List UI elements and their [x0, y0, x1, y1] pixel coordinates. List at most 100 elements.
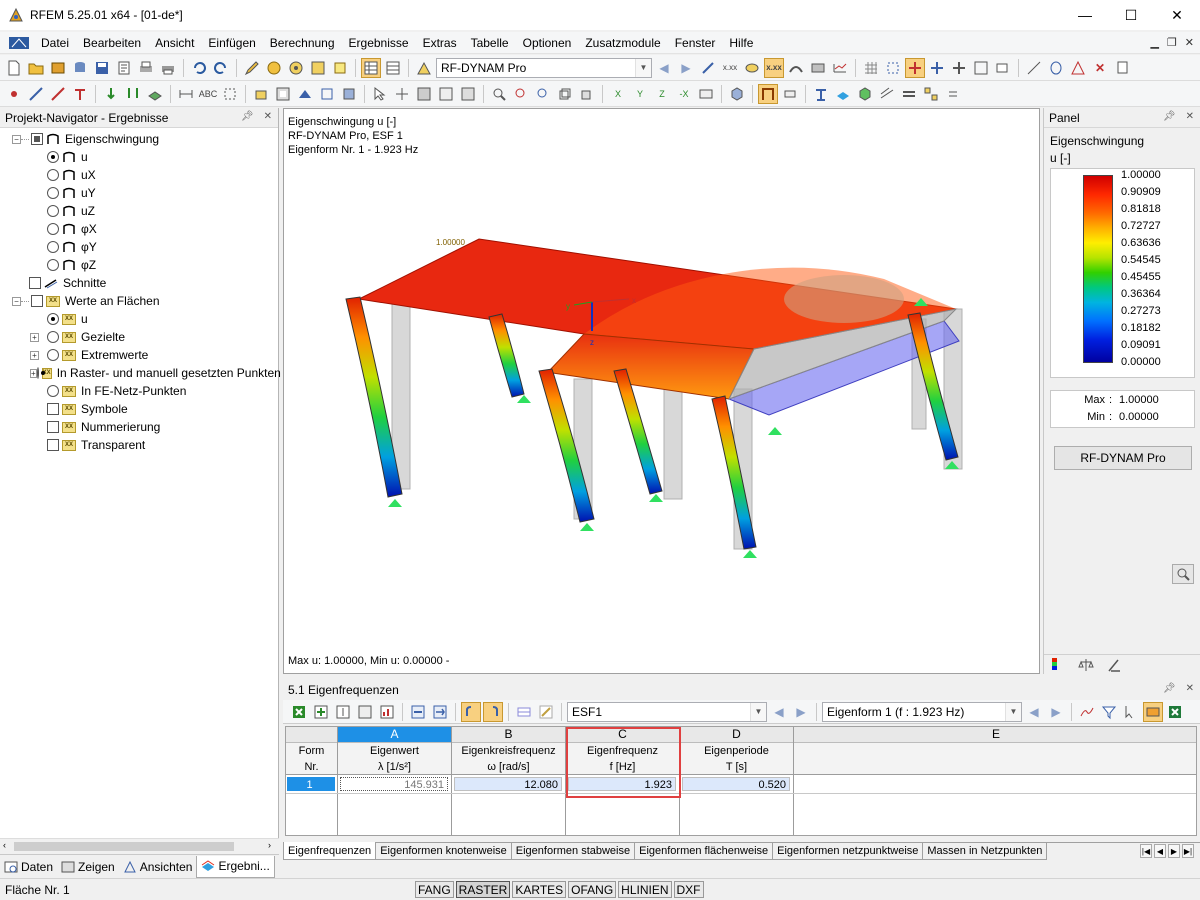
tree-item-ux[interactable]: uX: [0, 166, 278, 184]
row-number[interactable]: 1: [287, 777, 335, 791]
excel-icon[interactable]: [1165, 702, 1185, 722]
delete-icon[interactable]: ✕: [1090, 58, 1110, 78]
table-edit-icon[interactable]: [536, 702, 556, 722]
opening-icon[interactable]: [273, 84, 293, 104]
next-mode-icon[interactable]: ▶: [1046, 702, 1066, 722]
isolines-icon[interactable]: [877, 84, 897, 104]
menu-tabelle[interactable]: Tabelle: [464, 36, 516, 50]
menu-ergebnisse[interactable]: Ergebnisse: [342, 36, 416, 50]
filter-funnel-icon[interactable]: [1099, 702, 1119, 722]
menu-datei[interactable]: Datei: [34, 36, 76, 50]
table-view-icon[interactable]: [383, 58, 403, 78]
beam-icon[interactable]: [811, 84, 831, 104]
section-view2-icon[interactable]: [436, 84, 456, 104]
cell-eigenwert[interactable]: 145.931: [340, 777, 448, 791]
table-insert-icon[interactable]: [333, 702, 353, 722]
document-window-icon[interactable]: [8, 35, 30, 51]
kartes-toggle[interactable]: KARTES: [512, 881, 567, 898]
pin-icon[interactable]: 📌︎: [1163, 683, 1176, 694]
table-filter-icon[interactable]: [355, 702, 375, 722]
print-icon[interactable]: [136, 58, 156, 78]
radio[interactable]: [47, 313, 59, 325]
tree-item-extremwerte[interactable]: + XX Extremwerte: [0, 346, 278, 364]
export-excel-icon[interactable]: [289, 702, 309, 722]
show-result-values-icon[interactable]: x.xx: [764, 57, 784, 78]
line-icon[interactable]: [1024, 58, 1044, 78]
dimension-icon[interactable]: [176, 84, 196, 104]
previous-icon[interactable]: ◀: [654, 58, 674, 78]
checkbox[interactable]: [31, 133, 43, 145]
radio[interactable]: [47, 151, 59, 163]
radio[interactable]: [47, 331, 59, 343]
menu-berechnung[interactable]: Berechnung: [263, 36, 342, 50]
checkbox[interactable]: [47, 439, 59, 451]
next-case-icon[interactable]: ▶: [791, 702, 811, 722]
load-case-icon[interactable]: [123, 84, 143, 104]
surface-color-icon[interactable]: [833, 84, 853, 104]
undo-icon[interactable]: [189, 58, 209, 78]
menu-zusatzmodule[interactable]: Zusatzmodule: [578, 36, 667, 50]
chevron-down-icon[interactable]: ▼: [635, 58, 651, 77]
view-minus-x-icon[interactable]: -X: [674, 84, 694, 104]
load-case-combo[interactable]: ESF1 ▼: [567, 701, 767, 722]
navigator-scrollbar[interactable]: ‹ ›: [0, 838, 279, 854]
copy-icon[interactable]: [1112, 58, 1132, 78]
grid-point-icon[interactable]: [220, 84, 240, 104]
arrange-icon[interactable]: [921, 84, 941, 104]
expand-icon[interactable]: +: [30, 368, 37, 378]
tab-zeigen[interactable]: Zeigen: [57, 856, 119, 878]
values-xxx-icon[interactable]: x.xx: [720, 58, 740, 78]
section-view3-icon[interactable]: [458, 84, 478, 104]
show-values-icon[interactable]: [698, 58, 718, 78]
fang-toggle[interactable]: FANG: [415, 881, 454, 898]
minimize-button[interactable]: —: [1062, 0, 1108, 30]
move-icon[interactable]: [905, 57, 925, 78]
table-settings-icon[interactable]: [514, 702, 534, 722]
wireframe-icon[interactable]: [317, 84, 337, 104]
filter-icon[interactable]: [1106, 657, 1122, 673]
pin-icon[interactable]: 📌︎: [1163, 111, 1176, 122]
next-icon[interactable]: ▶: [676, 58, 696, 78]
edit-pencil-icon[interactable]: [242, 58, 262, 78]
tab-eigenformen-stabweise[interactable]: Eigenformen stabweise: [510, 843, 636, 860]
visibility-icon[interactable]: [727, 84, 747, 104]
open-model-icon[interactable]: [48, 58, 68, 78]
surface-load-icon[interactable]: [145, 84, 165, 104]
tree-item-symbole[interactable]: XX Symbole: [0, 400, 278, 418]
cell-eigenkreisfrequenz[interactable]: 12.080: [454, 777, 562, 791]
zoom-out-icon[interactable]: [533, 84, 553, 104]
view-all-icon[interactable]: [971, 58, 991, 78]
tree-item-fe-netz-punkte[interactable]: XX In FE-Netz-Punkten: [0, 382, 278, 400]
view-y-icon[interactable]: Y: [630, 84, 650, 104]
close-icon[interactable]: ✕: [264, 111, 272, 122]
scroll-left-icon[interactable]: ‹: [3, 840, 6, 850]
tab-eigenformen-flaechenweise[interactable]: Eigenformen flächenweise: [634, 843, 774, 860]
view-3d-icon[interactable]: [555, 84, 575, 104]
table-export-icon[interactable]: [430, 702, 450, 722]
previous-tab-icon[interactable]: ◀: [1154, 844, 1166, 858]
collapse-icon[interactable]: −: [12, 296, 21, 306]
print-graphic-icon[interactable]: [158, 58, 178, 78]
rf-dynam-pro-button[interactable]: RF-DYNAM Pro: [1054, 446, 1192, 470]
dxf-toggle[interactable]: DXF: [673, 881, 704, 898]
select-icon[interactable]: [370, 84, 390, 104]
close-icon[interactable]: ✕: [1186, 111, 1194, 122]
column-letter[interactable]: B: [452, 727, 565, 743]
display-options-icon[interactable]: [696, 84, 716, 104]
tree-item-values-u[interactable]: XX u: [0, 310, 278, 328]
close-icon[interactable]: ✕: [1186, 683, 1194, 694]
select-filter-icon[interactable]: [392, 84, 412, 104]
chevron-down-icon[interactable]: ▼: [1005, 702, 1021, 721]
solid-model-icon[interactable]: [339, 84, 359, 104]
diagram-view-icon[interactable]: [1077, 702, 1097, 722]
solid-icon[interactable]: [251, 84, 271, 104]
open-folder-icon[interactable]: [26, 58, 46, 78]
menu-bearbeiten[interactable]: Bearbeiten: [76, 36, 148, 50]
menu-fenster[interactable]: Fenster: [668, 36, 723, 50]
balance-icon[interactable]: [1078, 657, 1094, 673]
table-color-icon[interactable]: [1143, 701, 1163, 722]
pin-icon[interactable]: 📌︎: [241, 111, 254, 122]
mode-shape-combo[interactable]: Eigenform 1 (f : 1.923 Hz) ▼: [822, 701, 1022, 722]
node-icon[interactable]: [4, 84, 24, 104]
checkbox[interactable]: [47, 421, 59, 433]
